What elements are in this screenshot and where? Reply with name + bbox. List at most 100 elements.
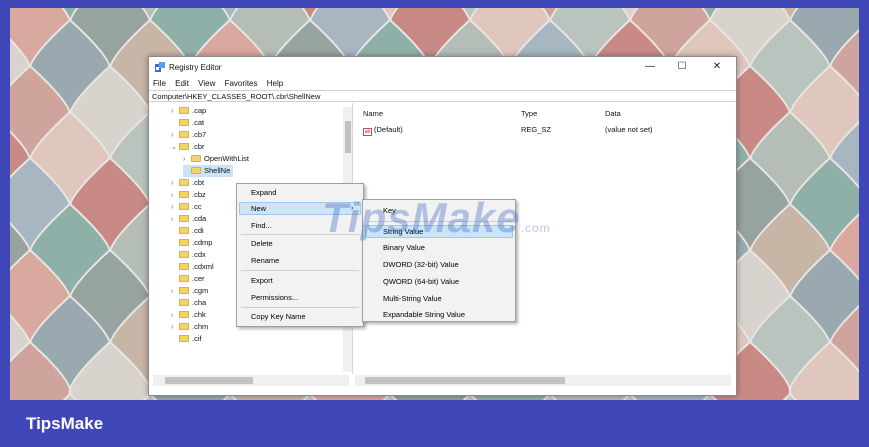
tree-item[interactable]: › .chm xyxy=(171,321,208,333)
menu-favorites[interactable]: Favorites xyxy=(225,77,258,90)
tree-item-label: .cbz xyxy=(192,190,206,199)
submenu-item-binary-value[interactable]: Binary Value xyxy=(383,243,425,252)
value-row-type: REG_SZ xyxy=(521,125,552,134)
tree-item[interactable]: .cat xyxy=(171,117,204,129)
tree-item-label: .cb7 xyxy=(192,130,207,139)
tree-item[interactable]: .cdmp xyxy=(171,237,212,249)
tree-item-label: .cdmp xyxy=(192,238,213,247)
folder-icon xyxy=(179,299,189,306)
window-title: Registry Editor xyxy=(169,63,222,72)
folder-icon xyxy=(179,143,189,150)
tree-item[interactable]: › .cc xyxy=(171,201,202,213)
tree-item-selected[interactable]: ShellNe xyxy=(183,165,234,177)
tree-item-label: .cat xyxy=(192,118,205,127)
menu-item-expand[interactable]: Expand xyxy=(251,188,276,197)
tree-item-label: .chm xyxy=(192,322,209,331)
tree-item[interactable]: .cdi xyxy=(171,225,204,237)
tree-item-label: .cbr xyxy=(192,142,205,151)
tree-item[interactable]: › .cb7 xyxy=(171,129,206,141)
values-horizontal-scrollbar[interactable] xyxy=(355,375,731,386)
menu-edit[interactable]: Edit xyxy=(175,77,189,90)
background-photo: Registry Editor — ☐ ✕ File Edit View Fav… xyxy=(10,8,859,400)
tree-item[interactable]: .cif xyxy=(171,333,202,345)
scrollbar-thumb[interactable] xyxy=(345,121,351,153)
watermark-suffix: .com xyxy=(520,221,551,235)
scrollbar-thumb[interactable] xyxy=(165,377,253,384)
tree-item-label: .chk xyxy=(192,310,206,319)
footer-brand: TipsMake xyxy=(26,414,104,433)
menu-item-rename[interactable]: Rename xyxy=(251,256,279,265)
close-button[interactable]: ✕ xyxy=(706,60,728,74)
tree-item[interactable]: .cer xyxy=(171,273,205,285)
tree-item[interactable]: › .cda xyxy=(171,213,206,225)
folder-icon xyxy=(179,323,189,330)
folder-icon xyxy=(179,107,189,114)
tree-item[interactable]: .cdx xyxy=(171,249,206,261)
watermark: TipsMake.com xyxy=(322,194,551,242)
folder-icon xyxy=(179,227,189,234)
folder-icon xyxy=(179,131,189,138)
menu-item-permissions[interactable]: Permissions... xyxy=(251,293,298,302)
column-header-type[interactable]: Type xyxy=(521,109,537,118)
tree-item[interactable]: › .chk xyxy=(171,309,206,321)
tree-item-label: .cgm xyxy=(192,286,209,295)
tree-item-label: .cif xyxy=(192,334,202,343)
column-header-name[interactable]: Name xyxy=(363,109,383,118)
tree-item-label: .cer xyxy=(192,274,205,283)
menu-separator xyxy=(241,307,359,308)
menu-item-delete[interactable]: Delete xyxy=(251,239,273,248)
column-header-data[interactable]: Data xyxy=(605,109,621,118)
folder-icon xyxy=(179,287,189,294)
submenu-item-multi-string-value[interactable]: Multi-String Value xyxy=(383,294,442,303)
tree-item[interactable]: › .cbt xyxy=(171,177,204,189)
maximize-button[interactable]: ☐ xyxy=(671,60,693,74)
submenu-item-dword-value[interactable]: DWORD (32-bit) Value xyxy=(383,260,459,269)
submenu-item-expandable-string-value[interactable]: Expandable String Value xyxy=(383,310,465,319)
menu-bar: File Edit View Favorites Help xyxy=(149,77,736,90)
chevron-down-icon[interactable]: ⌄ xyxy=(171,142,179,154)
menu-item-find[interactable]: Find... xyxy=(251,221,272,230)
tree-item-label: .cc xyxy=(192,202,202,211)
tree-item-label: ShellNe xyxy=(204,166,231,175)
menu-item-export[interactable]: Export xyxy=(251,276,273,285)
string-value-icon: ab xyxy=(363,128,372,136)
folder-icon xyxy=(179,263,189,270)
scrollbar-thumb[interactable] xyxy=(365,377,565,384)
address-bar[interactable]: Computer\HKEY_CLASSES_ROOT\.cbr\ShellNew xyxy=(149,90,736,102)
tree-item[interactable]: ⌄ .cbr xyxy=(171,141,205,153)
menu-view[interactable]: View xyxy=(198,77,215,90)
tree-item-label: .cha xyxy=(192,298,207,307)
tree-item[interactable]: › OpenWithList xyxy=(183,153,249,165)
folder-icon xyxy=(179,251,189,258)
tree-item-label: .cap xyxy=(192,106,207,115)
watermark-text: TipsMake xyxy=(322,194,521,241)
tree-item[interactable]: › .cbz xyxy=(171,189,206,201)
tree-item[interactable]: .cdxml xyxy=(171,261,214,273)
menu-separator xyxy=(241,270,359,271)
menu-help[interactable]: Help xyxy=(267,77,283,90)
title-bar[interactable]: Registry Editor — ☐ ✕ xyxy=(149,57,736,77)
submenu-item-qword-value[interactable]: QWORD (64-bit) Value xyxy=(383,277,459,286)
folder-icon xyxy=(179,191,189,198)
footer-bar: TipsMake xyxy=(0,400,869,447)
tree-item-label: OpenWithList xyxy=(204,154,250,163)
value-row-data: (value not set) xyxy=(605,125,653,134)
folder-icon xyxy=(179,275,189,282)
tree-item-label: .cdxml xyxy=(192,262,214,271)
menu-item-new[interactable]: New xyxy=(251,204,266,213)
registry-editor-icon xyxy=(155,62,165,72)
folder-icon xyxy=(179,119,189,126)
tree-item[interactable]: › .cap xyxy=(171,105,206,117)
folder-icon xyxy=(179,215,189,222)
tree-item[interactable]: .cha xyxy=(171,297,206,309)
folder-icon xyxy=(179,335,189,342)
tree-horizontal-scrollbar[interactable] xyxy=(153,375,349,386)
value-row-name[interactable]: ab (Default) xyxy=(363,125,403,136)
folder-icon xyxy=(191,155,201,162)
folder-icon xyxy=(179,311,189,318)
menu-file[interactable]: File xyxy=(153,77,166,90)
minimize-button[interactable]: — xyxy=(639,60,661,74)
menu-item-copy-key-name[interactable]: Copy Key Name xyxy=(251,312,306,321)
tree-item[interactable]: › .cgm xyxy=(171,285,208,297)
tree-item-label: .cbt xyxy=(192,178,205,187)
